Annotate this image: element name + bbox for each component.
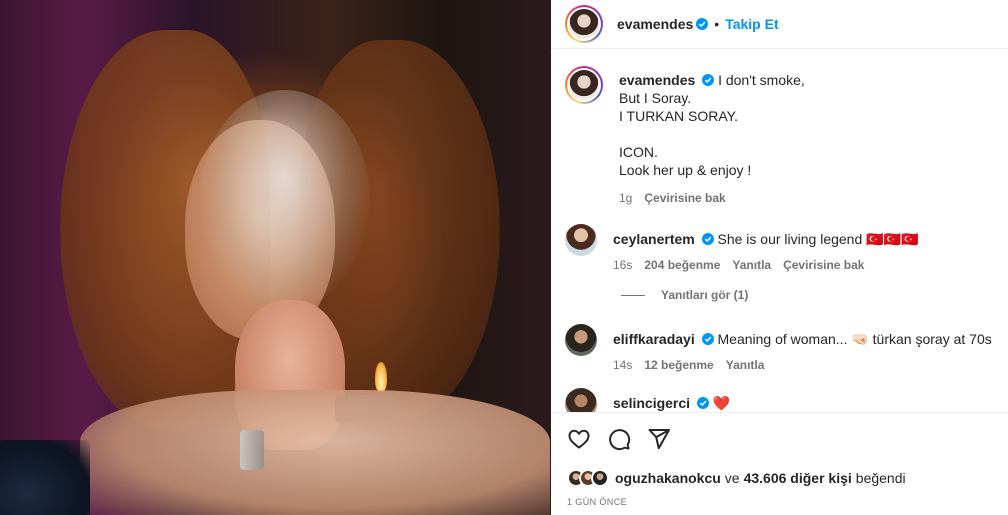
heart-icon[interactable]: [567, 427, 591, 451]
verified-badge-icon: [696, 18, 709, 30]
photo-smoke: [200, 90, 370, 310]
caption-translate[interactable]: Çevirisine bak: [644, 189, 725, 207]
post-date[interactable]: 1 GÜN ÖNCE: [567, 497, 627, 507]
comment-avatar[interactable]: [565, 324, 597, 356]
post-header: evamendes • Takip Et: [551, 0, 1008, 49]
post-panel: evamendes • Takip Et evamendes I don't s…: [551, 0, 1008, 515]
comment-username[interactable]: eliffkaradayi: [613, 331, 695, 347]
author-avatar[interactable]: [565, 5, 603, 43]
post-actions: oguzhakanokcu ve 43.606 diğer kişi beğen…: [551, 412, 1008, 515]
likes-count[interactable]: 43.606 diğer kişi: [744, 470, 852, 486]
caption-time[interactable]: 1g: [619, 189, 632, 207]
verified-badge-icon: [702, 74, 715, 86]
comments-section[interactable]: evamendes I don't smoke, But I Soray. I …: [551, 50, 1008, 412]
liker-username[interactable]: oguzhakanokcu: [615, 470, 721, 486]
liker-avatars[interactable]: [567, 469, 609, 487]
comment-text: She is our living legend 🇹🇷🇹🇷🇹🇷: [717, 231, 919, 247]
photo-hands: [80, 390, 550, 515]
comment-reply-button[interactable]: Yanıtla: [726, 356, 765, 374]
comment-time[interactable]: 16s: [613, 256, 632, 274]
comment-likes[interactable]: 204 beğenme: [644, 256, 720, 274]
photo-glass: [240, 430, 264, 470]
likes-summary: oguzhakanokcu ve 43.606 diğer kişi beğen…: [567, 469, 906, 487]
comment-text: ❤️: [712, 395, 731, 411]
share-icon[interactable]: [647, 427, 671, 451]
comment-username[interactable]: ceylanertem: [613, 231, 695, 247]
comment-text: Meaning of woman... 🤜🏻 türkan şoray at 7…: [717, 331, 992, 347]
view-replies-label: Yanıtları gör (1): [661, 288, 749, 302]
likes-connector: ve: [724, 470, 740, 486]
caption-username[interactable]: evamendes: [619, 72, 695, 88]
photo-flame: [375, 362, 387, 392]
comment-translate[interactable]: Çevirisine bak: [783, 256, 864, 274]
photo-shoulder: [0, 440, 90, 515]
header-separator: •: [714, 16, 720, 32]
verified-badge-icon: [701, 333, 714, 345]
follow-button[interactable]: Takip Et: [725, 16, 778, 32]
replies-divider: [621, 294, 645, 296]
view-replies-button[interactable]: Yanıtları gör (1): [621, 288, 748, 302]
verified-badge-icon: [701, 233, 714, 245]
comment-avatar[interactable]: [565, 224, 597, 256]
comment-likes[interactable]: 12 beğenme: [644, 356, 713, 374]
comment-item: ceylanertem She is our living legend 🇹🇷🇹…: [565, 224, 995, 274]
verified-badge-icon: [696, 397, 709, 409]
comment-time[interactable]: 14s: [613, 356, 632, 374]
comment-reply-button[interactable]: Yanıtla: [732, 256, 771, 274]
comment-item: eliffkaradayi Meaning of woman... 🤜🏻 tür…: [565, 324, 995, 374]
comment-item: selincigerci ❤️: [565, 388, 995, 412]
comment-username[interactable]: selincigerci: [613, 395, 690, 411]
post-image[interactable]: [0, 0, 551, 515]
author-username[interactable]: evamendes: [617, 16, 693, 32]
likes-suffix: beğendi: [855, 470, 906, 486]
comment-icon[interactable]: [607, 427, 631, 451]
comment-avatar[interactable]: [565, 388, 597, 412]
post-caption: evamendes I don't smoke, But I Soray. I …: [565, 66, 805, 207]
caption-avatar[interactable]: [565, 66, 603, 104]
